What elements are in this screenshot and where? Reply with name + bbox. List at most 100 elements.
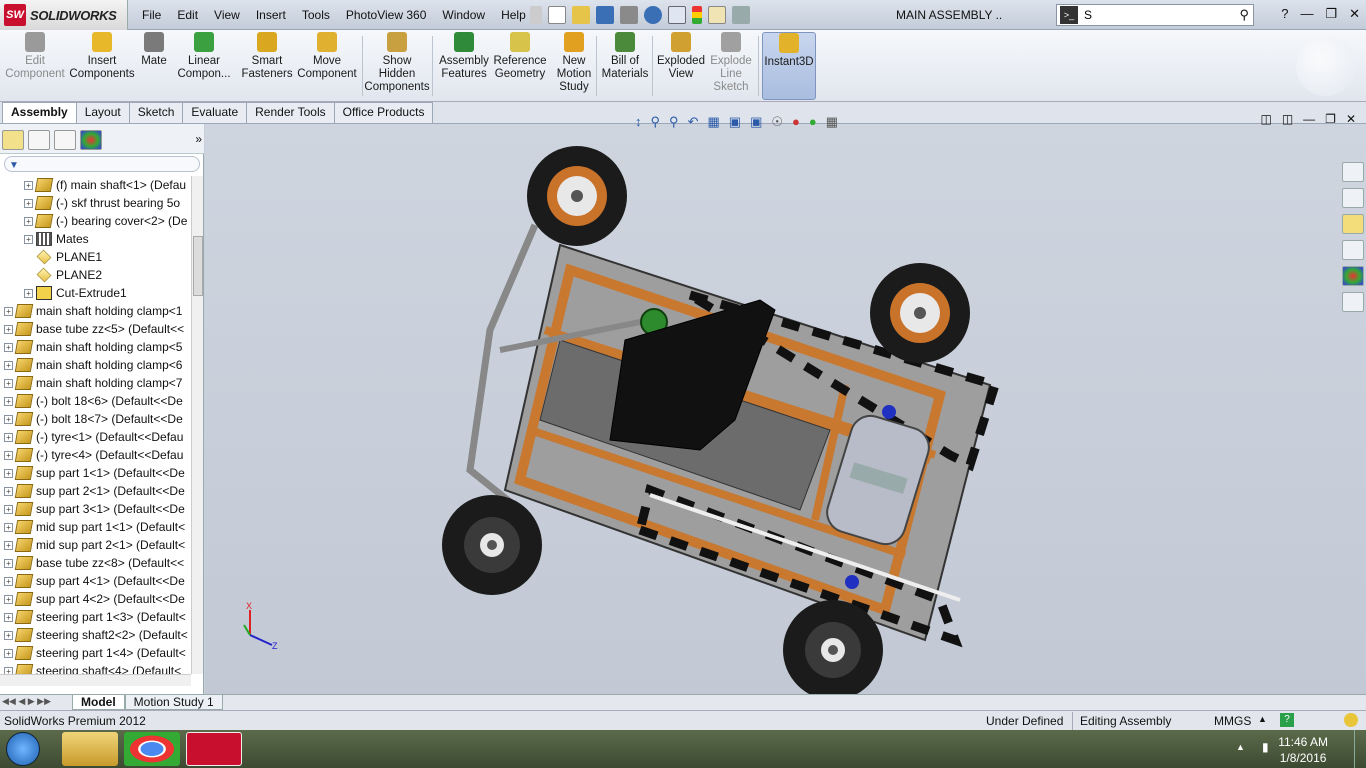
tree-item[interactable]: + main shaft holding clamp<1 [0, 302, 192, 320]
help-icon[interactable]: ? [1281, 6, 1288, 22]
tree-item[interactable]: + main shaft holding clamp<6 [0, 356, 192, 374]
expand-icon[interactable]: + [4, 522, 13, 532]
tree-item[interactable]: + base tube zz<8> (Default<< [0, 554, 192, 572]
menu-photoview-360[interactable]: PhotoView 360 [338, 8, 435, 22]
show-hidden-components-button[interactable]: Show Hidden Components [364, 32, 430, 100]
status-units[interactable]: MMGS [1214, 714, 1251, 728]
tab-sketch[interactable]: Sketch [128, 102, 184, 123]
display-manager-tab-icon[interactable] [80, 130, 102, 150]
file-explorer-icon[interactable] [1342, 214, 1364, 234]
menu-edit[interactable]: Edit [169, 8, 206, 22]
tree-item[interactable]: + (-) skf thrust bearing 5o [0, 194, 192, 212]
expand-icon[interactable]: + [4, 540, 13, 550]
search-input[interactable] [1078, 6, 1240, 24]
bill-of-materials-button[interactable]: Bill of Materials [602, 32, 648, 100]
tree-filter[interactable]: ▼ [4, 156, 200, 172]
select-icon[interactable] [668, 6, 686, 24]
menu-tools[interactable]: Tools [294, 8, 338, 22]
expand-icon[interactable]: + [4, 360, 13, 370]
expand-icon[interactable]: + [4, 414, 13, 424]
tree-item[interactable]: + mid sup part 2<1> (Default< [0, 536, 192, 554]
view-palette-icon[interactable] [1342, 240, 1364, 260]
tab-navigation-arrows[interactable]: ◀◀ ◀ ▶ ▶▶ [2, 696, 51, 707]
file-properties-icon[interactable] [708, 6, 726, 24]
new-document-icon[interactable] [548, 6, 566, 24]
tree-item[interactable]: + steering shaft2<2> (Default< [0, 626, 192, 644]
configuration-manager-tab-icon[interactable] [54, 130, 76, 150]
move-component-button[interactable]: Move Component [297, 32, 357, 100]
close-icon[interactable]: ✕ [1349, 6, 1360, 22]
mate-button[interactable]: Mate [138, 32, 170, 100]
expand-icon[interactable]: + [4, 504, 13, 514]
instant3d-button[interactable]: Instant3D [762, 32, 816, 100]
exploded-view-button[interactable]: Exploded View [656, 32, 706, 100]
tree-item[interactable]: + steering part 1<4> (Default< [0, 644, 192, 662]
expand-icon[interactable]: + [4, 432, 13, 442]
network-icon[interactable]: ▮ [1262, 740, 1269, 754]
minimize-icon[interactable]: — [1300, 6, 1313, 22]
expand-icon[interactable]: + [4, 594, 13, 604]
chrome-taskbar-icon[interactable] [124, 732, 180, 766]
solidworks-logo[interactable]: SW SOLIDWORKS [0, 0, 128, 30]
tree-item[interactable]: + steering shaft<4> (Default< [0, 662, 192, 674]
edit-component-button[interactable]: Edit Component [5, 32, 65, 100]
expand-icon[interactable]: + [4, 378, 13, 388]
system-clock[interactable]: 11:46 AM 1/8/2016 [1278, 734, 1328, 766]
menu-view[interactable]: View [206, 8, 248, 22]
custom-properties-icon[interactable] [1342, 292, 1364, 312]
tree-horizontal-scrollbar[interactable] [0, 674, 191, 686]
insert-components-button[interactable]: Insert Components [69, 32, 135, 100]
tree-item[interactable]: + (-) tyre<1> (Default<<Defau [0, 428, 192, 446]
expand-icon[interactable]: + [24, 288, 33, 298]
appearances-icon[interactable] [1342, 266, 1364, 286]
tree-item[interactable]: + Mates [0, 230, 192, 248]
bottom-tab-motion-study-1[interactable]: Motion Study 1 [124, 695, 223, 710]
tree-item[interactable]: PLANE2 [0, 266, 192, 284]
explorer-taskbar-icon[interactable] [62, 732, 118, 766]
rebuild-status-icon[interactable] [1344, 713, 1358, 727]
expand-icon[interactable]: + [4, 306, 13, 316]
tree-item[interactable]: + base tube zz<5> (Default<< [0, 320, 192, 338]
reference-geometry-button[interactable]: Reference Geometry [493, 32, 547, 100]
bottom-tab-model[interactable]: Model [72, 695, 125, 710]
solidworks-resources-icon[interactable] [1342, 162, 1364, 182]
tab-evaluate[interactable]: Evaluate [182, 102, 248, 123]
explode-line-sketch-button[interactable]: Explode Line Sketch [708, 32, 754, 100]
tree-item[interactable]: + sup part 2<1> (Default<<De [0, 482, 192, 500]
menu-insert[interactable]: Insert [248, 8, 294, 22]
show-hidden-icons-icon[interactable]: ▲ [1236, 742, 1245, 752]
search-icon[interactable]: ⚲ [1239, 7, 1249, 23]
tree-item[interactable]: + (-) bearing cover<2> (De [0, 212, 192, 230]
expand-icon[interactable]: + [4, 630, 13, 640]
tree-item[interactable]: PLANE1 [0, 248, 192, 266]
expand-icon[interactable]: + [4, 342, 13, 352]
tree-item[interactable]: + sup part 4<2> (Default<<De [0, 590, 192, 608]
help-status-icon[interactable]: ? [1280, 713, 1294, 727]
search-box[interactable]: >_ ⚲ [1056, 4, 1254, 26]
expand-icon[interactable]: + [4, 450, 13, 460]
smart-fasteners-button[interactable]: Smart Fasteners [241, 32, 293, 100]
expand-icon[interactable]: + [4, 396, 13, 406]
tree-item[interactable]: + (-) bolt 18<6> (Default<<De [0, 392, 192, 410]
design-library-icon[interactable] [1342, 188, 1364, 208]
tree-item[interactable]: + mid sup part 1<1> (Default< [0, 518, 192, 536]
tree-item[interactable]: + sup part 4<1> (Default<<De [0, 572, 192, 590]
expand-icon[interactable]: + [4, 486, 13, 496]
expand-icon[interactable]: + [4, 324, 13, 334]
graphics-area[interactable]: ↕ ⚲ ⚲ ↶ ▦ ▣ ▣ ☉ ● ● ▦ ◫ ◫ — ❐ ✕ X Z [205, 112, 1366, 694]
options-icon[interactable] [732, 6, 750, 24]
tree-item[interactable]: + sup part 1<1> (Default<<De [0, 464, 192, 482]
tree-vertical-scrollbar[interactable] [191, 176, 203, 674]
tree-item[interactable]: + (-) tyre<4> (Default<<Defau [0, 446, 192, 464]
new-motion-study-button[interactable]: New Motion Study [556, 32, 592, 100]
expand-icon[interactable]: + [24, 234, 33, 244]
pin-icon[interactable] [530, 6, 542, 24]
menu-file[interactable]: File [134, 8, 169, 22]
feature-manager-tab-icon[interactable] [2, 130, 24, 150]
menu-window[interactable]: Window [434, 8, 493, 22]
tree-item[interactable]: + sup part 3<1> (Default<<De [0, 500, 192, 518]
expand-icon[interactable]: + [24, 216, 33, 226]
tree-item[interactable]: + main shaft holding clamp<7 [0, 374, 192, 392]
open-folder-icon[interactable] [572, 6, 590, 24]
expand-panel-icon[interactable]: » [195, 130, 202, 147]
